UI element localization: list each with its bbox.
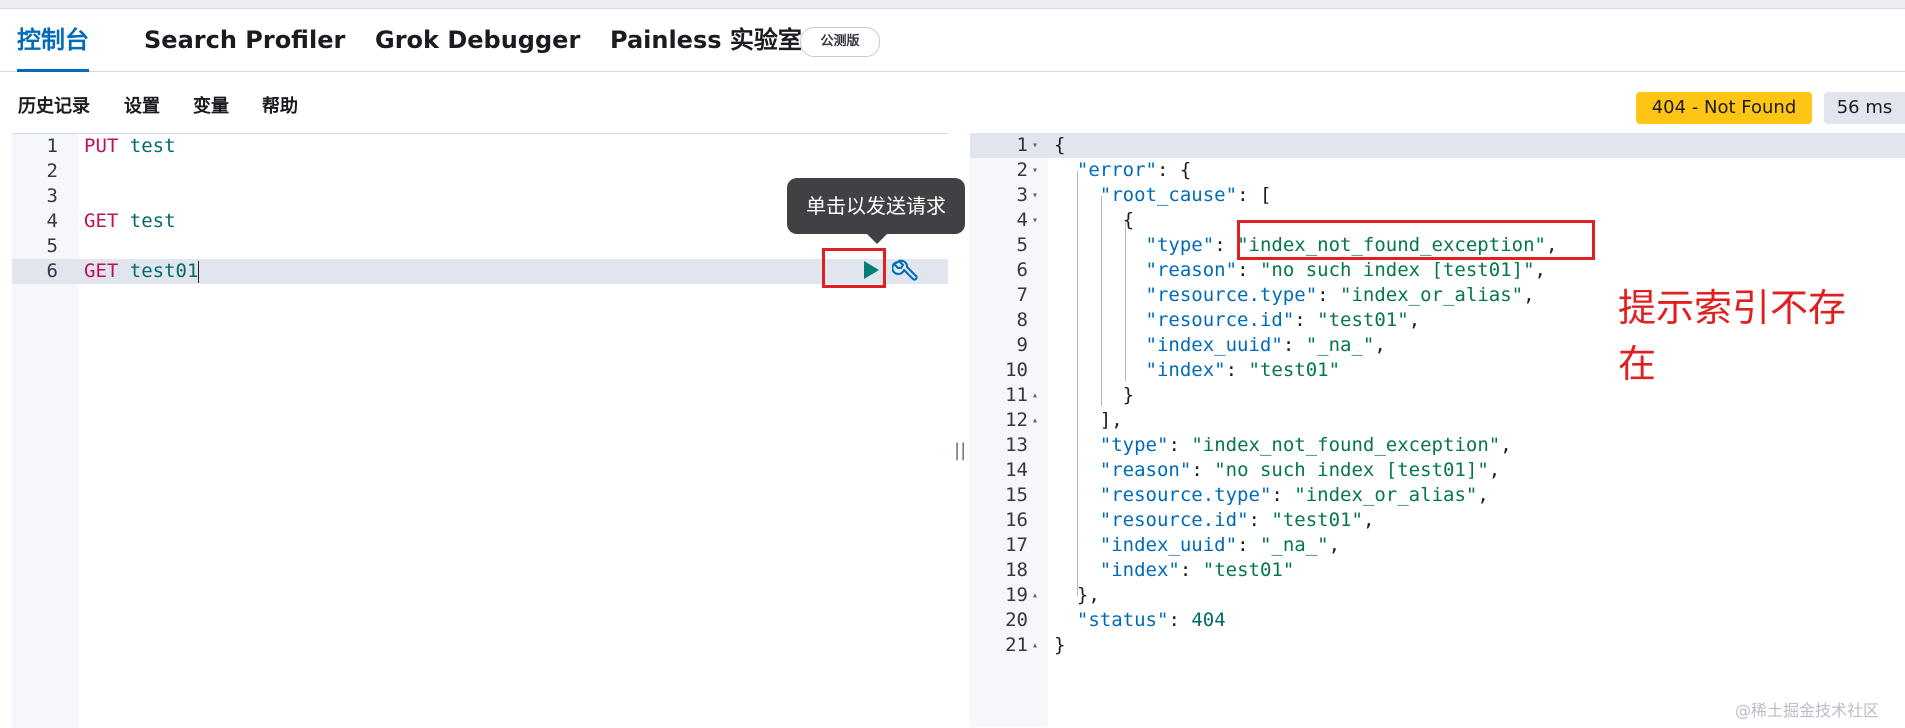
line-number: 3: [46, 185, 58, 207]
tab-search-profiler[interactable]: Search Profiler: [144, 9, 345, 71]
wrench-icon[interactable]: [892, 258, 918, 284]
http-method: PUT: [84, 135, 119, 157]
annotation-text: 提示索引不存在: [1618, 286, 1847, 386]
text-cursor: [198, 260, 200, 283]
output-line: 18 "index": "test01": [1005, 559, 1295, 581]
tab-painless-lab[interactable]: Painless 实验室: [610, 9, 802, 71]
fold-arrow-icon[interactable]: ▾: [1032, 208, 1044, 233]
output-line: 15 "resource.type": "index_or_alias",: [1005, 484, 1489, 506]
tab-bar: 控制台 Search Profiler Grok Debugger Painle…: [0, 9, 1905, 72]
line-number: 5: [46, 235, 58, 257]
output-line: 19 ▴ },: [1005, 583, 1100, 608]
request-path: test01: [129, 260, 199, 282]
output-line: 1 ▾{: [970, 133, 1905, 158]
output-line: 17 "index_uuid": "_na_",: [1005, 534, 1341, 556]
request-path: test: [129, 135, 176, 157]
line-number: 2: [46, 160, 58, 182]
editor-line[interactable]: 1 PUT test: [12, 134, 948, 159]
top-bar: [0, 0, 1905, 9]
fold-arrow-icon[interactable]: ▾: [1032, 133, 1044, 158]
annotation-highlight-box: [1237, 220, 1595, 260]
http-method: GET: [84, 210, 119, 232]
tab-console[interactable]: 控制台: [17, 9, 89, 72]
output-line: 14 "reason": "no such index [test01]",: [1005, 459, 1501, 481]
fold-arrow-icon[interactable]: ▴: [1032, 408, 1044, 433]
fold-arrow-icon[interactable]: ▴: [1032, 583, 1044, 608]
fold-arrow-icon[interactable]: ▾: [1032, 158, 1044, 183]
send-request-tooltip: 单击以发送请求: [787, 178, 965, 244]
beta-badge: 公测版: [800, 27, 880, 57]
variables-menu[interactable]: 变量: [193, 92, 229, 118]
line-number: 4: [46, 210, 58, 232]
output-line: 13 "type": "index_not_found_exception",: [1005, 434, 1512, 456]
output-line: 16 "resource.id": "test01",: [1005, 509, 1375, 531]
editor-line-active[interactable]: 6 GET test01: [12, 259, 948, 284]
http-method: GET: [84, 260, 119, 282]
history-menu[interactable]: 历史记录: [18, 92, 90, 118]
watermark: @稀土掘金技术社区: [1735, 701, 1880, 720]
settings-menu[interactable]: 设置: [124, 92, 160, 118]
fold-arrow-icon[interactable]: ▴: [1032, 383, 1044, 408]
status-badge: 404 - Not Found: [1636, 92, 1812, 124]
fold-arrow-icon[interactable]: ▴: [1032, 633, 1044, 658]
indent-guide: [1077, 171, 1078, 596]
output-line: 12 ▴ ],: [1005, 408, 1123, 433]
line-number: 6: [46, 260, 58, 282]
output-line: 3 ▾ "root_cause": [: [1016, 183, 1272, 208]
request-time-badge: 56 ms: [1824, 92, 1905, 124]
output-line: 2 ▾ "error": {: [1016, 158, 1192, 183]
request-path: test: [129, 210, 176, 232]
tab-grok-debugger[interactable]: Grok Debugger: [375, 9, 580, 71]
indent-guide: [1101, 196, 1102, 406]
output-line: 20 "status": 404: [1005, 609, 1226, 631]
output-line: 21 ▴}: [1005, 633, 1066, 658]
panel-resize-handle[interactable]: ||: [954, 440, 966, 462]
line-number: 1: [46, 135, 58, 157]
play-icon[interactable]: [864, 261, 879, 279]
editor-line[interactable]: 5: [12, 234, 948, 259]
help-menu[interactable]: 帮助: [262, 92, 298, 118]
console-toolbar: 历史记录 设置 变量 帮助: [0, 72, 1905, 132]
fold-arrow-icon[interactable]: ▾: [1032, 183, 1044, 208]
indent-guide: [1125, 221, 1126, 381]
